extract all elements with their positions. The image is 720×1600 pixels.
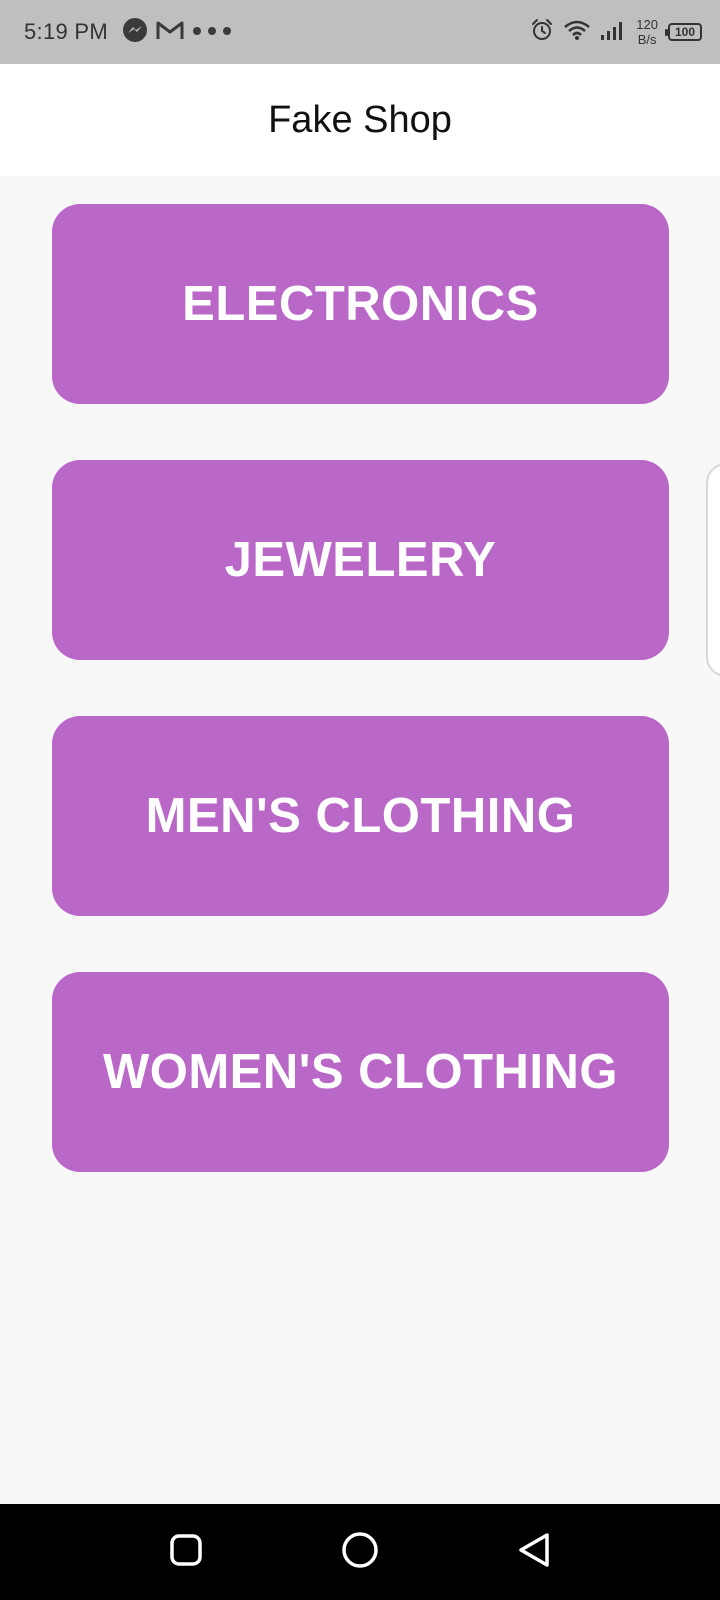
- navigation-bar: [0, 1504, 720, 1600]
- recents-square-icon: [169, 1533, 203, 1572]
- gmail-icon: [156, 19, 184, 46]
- wifi-icon: [564, 19, 591, 46]
- battery-level: 100: [674, 25, 696, 39]
- status-bar-left: 5:19 PM: [24, 0, 232, 64]
- net-speed-unit: B/s: [637, 32, 657, 47]
- category-label: MEN'S CLOTHING: [145, 789, 576, 843]
- more-dots-icon: [192, 23, 232, 41]
- category-button-womens-clothing[interactable]: WOMEN'S CLOTHING: [52, 972, 669, 1172]
- signal-icon: [600, 19, 626, 46]
- category-label: WOMEN'S CLOTHING: [102, 1045, 619, 1099]
- category-label: ELECTRONICS: [182, 277, 539, 331]
- app-bar: Fake Shop: [0, 64, 720, 176]
- category-label: JEWELERY: [224, 533, 497, 587]
- net-speed-indicator: 120 B/s: [636, 17, 658, 47]
- battery-icon: 100: [665, 23, 702, 41]
- status-bar-right: 120 B/s 100: [530, 0, 702, 64]
- edge-panel-handle[interactable]: [706, 463, 720, 677]
- status-time: 5:19 PM: [24, 19, 109, 44]
- messenger-icon: [122, 17, 148, 48]
- status-bar: 5:19 PM 120 B/s 100: [0, 0, 720, 64]
- back-button[interactable]: [486, 1504, 582, 1600]
- home-button[interactable]: [312, 1504, 408, 1600]
- category-list: ELECTRONICS JEWELERY MEN'S CLOTHING WOME…: [52, 204, 669, 1228]
- home-circle-icon: [341, 1531, 379, 1574]
- net-speed-value: 120: [636, 17, 658, 32]
- alarm-icon: [530, 18, 554, 47]
- category-button-electronics[interactable]: ELECTRONICS: [52, 204, 669, 404]
- notification-icons: [122, 17, 232, 48]
- app-title: Fake Shop: [268, 98, 452, 141]
- category-button-mens-clothing[interactable]: MEN'S CLOTHING: [52, 716, 669, 916]
- recents-button[interactable]: [138, 1504, 234, 1600]
- back-triangle-icon: [517, 1532, 551, 1573]
- category-button-jewelery[interactable]: JEWELERY: [52, 460, 669, 660]
